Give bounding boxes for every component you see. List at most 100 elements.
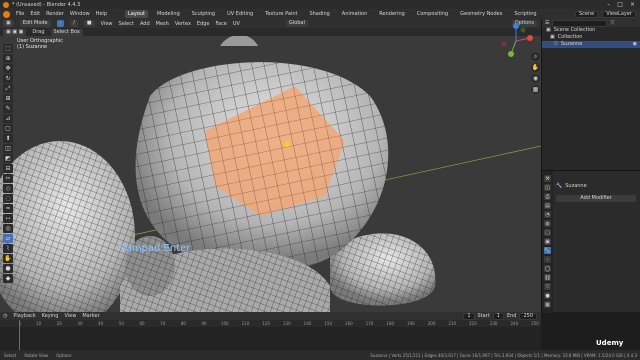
- mesh-view[interactable]: [0, 36, 541, 312]
- object-properties-icon[interactable]: ▣: [544, 238, 551, 245]
- tab-scripting[interactable]: Scripting: [511, 10, 539, 18]
- menu-select[interactable]: Select: [119, 21, 134, 27]
- playhead[interactable]: [19, 320, 20, 350]
- data-properties-icon[interactable]: ▽: [544, 283, 551, 290]
- menu-edge[interactable]: Edge: [197, 21, 210, 27]
- pan-hand-icon[interactable]: ✋: [531, 63, 540, 72]
- inset-tool-icon[interactable]: ◫: [3, 144, 13, 153]
- view-layer-selector[interactable]: ViewLayer: [602, 10, 636, 18]
- menu-playback[interactable]: Playback: [13, 313, 35, 319]
- menu-render[interactable]: Render: [46, 11, 64, 17]
- rip-tool-icon[interactable]: ⌇: [3, 244, 13, 253]
- outliner-search[interactable]: [552, 19, 608, 27]
- outliner-row-suzanne[interactable]: ▽ Suzanne ◉: [542, 41, 640, 48]
- tab-compositing[interactable]: Compositing: [414, 10, 451, 18]
- outliner-row-scene-collection[interactable]: ▣ Scene Collection: [542, 27, 640, 34]
- transform-tool-icon[interactable]: ⊞: [3, 94, 13, 103]
- tool-properties-icon[interactable]: ⚒: [544, 175, 551, 182]
- particles-properties-icon[interactable]: ⁘: [544, 256, 551, 263]
- add-modifier-button[interactable]: Add Modifier: [556, 195, 636, 202]
- outliner-row-collection[interactable]: ▣ Collection: [542, 34, 640, 41]
- scene-properties-icon[interactable]: ◔: [544, 211, 551, 218]
- grab-tool-icon[interactable]: ✋: [3, 254, 13, 263]
- edge-select-icon[interactable]: /: [70, 20, 78, 27]
- menu-edit[interactable]: Edit: [30, 11, 40, 17]
- to-sphere-tool-icon[interactable]: ●: [3, 264, 13, 273]
- smooth-tool-icon[interactable]: ≈: [3, 204, 13, 213]
- push-pull-tool-icon[interactable]: ◆: [3, 274, 13, 283]
- menu-marker[interactable]: Marker: [82, 313, 99, 319]
- 3d-viewport[interactable]: [0, 36, 541, 312]
- constraints-properties-icon[interactable]: ⛓: [544, 274, 551, 281]
- extrude-tool-icon[interactable]: ⬆: [3, 134, 13, 143]
- menu-uv[interactable]: UV: [233, 21, 240, 27]
- tab-texture-paint[interactable]: Texture Paint: [262, 10, 300, 18]
- minimize-button[interactable]: –: [607, 1, 610, 8]
- grid-icon[interactable]: ▦: [531, 85, 540, 94]
- collection-properties-icon[interactable]: ▢: [544, 229, 551, 236]
- tab-rendering[interactable]: Rendering: [376, 10, 408, 18]
- spin-tool-icon[interactable]: ◌: [3, 194, 13, 203]
- frame-ruler[interactable]: 1 10 20 30 40 50 60 70 80 90 100 110 120 130 140 150 160…: [0, 320, 541, 327]
- start-frame-field[interactable]: 1: [492, 312, 504, 320]
- rotate-tool-icon[interactable]: ↻: [3, 74, 13, 83]
- tab-animation[interactable]: Animation: [339, 10, 371, 18]
- loop-cut-tool-icon[interactable]: ⊟: [3, 164, 13, 173]
- axis-gizmo[interactable]: [497, 22, 535, 60]
- timeline-editor-icon[interactable]: ◷: [3, 313, 7, 319]
- menu-add[interactable]: Add: [140, 21, 150, 27]
- edge-slide-tool-icon[interactable]: ⇿: [3, 214, 13, 223]
- tab-layout[interactable]: Layout: [125, 10, 148, 18]
- vertex-select-icon[interactable]: ·: [56, 20, 65, 27]
- menu-view[interactable]: View: [101, 21, 113, 27]
- maximize-button[interactable]: □: [617, 1, 623, 8]
- visibility-eye-icon[interactable]: ◉: [633, 41, 640, 48]
- tab-shading[interactable]: Shading: [306, 10, 332, 18]
- tab-geometry-nodes[interactable]: Geometry Nodes: [457, 10, 505, 18]
- drag-selector[interactable]: Select Box: [50, 28, 83, 36]
- tab-sculpting[interactable]: Sculpting: [189, 10, 218, 18]
- select-tool-icon[interactable]: ⬚: [3, 44, 13, 53]
- tab-uv-editing[interactable]: UV Editing: [224, 10, 256, 18]
- poly-build-tool-icon[interactable]: ◇: [3, 184, 13, 193]
- add-cube-tool-icon[interactable]: ▢: [3, 124, 13, 133]
- face-select-icon[interactable]: ■: [83, 20, 95, 27]
- mode-selector[interactable]: Edit Mode: [19, 20, 51, 27]
- editor-type-icon[interactable]: ▣: [3, 20, 14, 27]
- end-frame-field[interactable]: 250: [519, 312, 537, 320]
- scale-tool-icon[interactable]: ⤢: [3, 84, 13, 93]
- menu-keying[interactable]: Keying: [42, 313, 59, 319]
- tab-modeling[interactable]: Modeling: [154, 10, 183, 18]
- camera-icon[interactable]: ◉: [531, 74, 540, 83]
- measure-tool-icon[interactable]: ⊿: [3, 114, 13, 123]
- view-layer-properties-icon[interactable]: ▤: [544, 202, 551, 209]
- world-properties-icon[interactable]: ◍: [544, 220, 551, 227]
- texture-properties-icon[interactable]: ▦: [544, 301, 551, 308]
- orientation-selector[interactable]: Global: [285, 20, 308, 27]
- menu-face[interactable]: Face: [216, 21, 227, 27]
- zoom-icon[interactable]: ⌕: [531, 52, 540, 61]
- bevel-tool-icon[interactable]: ◩: [3, 154, 13, 163]
- filter-icon[interactable]: ▽: [610, 20, 614, 26]
- scene-selector[interactable]: Scene: [574, 10, 599, 18]
- shrink-fatten-tool-icon[interactable]: ◎: [3, 224, 13, 233]
- current-frame-field[interactable]: 1: [463, 312, 475, 320]
- cursor-tool-icon[interactable]: ⊕: [3, 54, 13, 63]
- knife-tool-icon[interactable]: ✂: [3, 174, 13, 183]
- physics-properties-icon[interactable]: ◯: [544, 265, 551, 272]
- output-properties-icon[interactable]: ⎙: [544, 193, 551, 200]
- menu-help[interactable]: Help: [96, 11, 107, 17]
- menu-window[interactable]: Window: [70, 11, 90, 17]
- menu-vertex[interactable]: Vertex: [175, 21, 191, 27]
- menu-file[interactable]: File: [16, 11, 24, 17]
- timeline-area[interactable]: 1 10 20 30 40 50 60 70 80 90 100 110 120 130 140 150 160…: [0, 320, 541, 350]
- shear-tool-icon[interactable]: ▱: [3, 234, 13, 243]
- menu-timeline-view[interactable]: View: [64, 313, 76, 319]
- outliner-editor-icon[interactable]: ☰: [545, 20, 549, 26]
- blender-menu-icon[interactable]: [3, 10, 10, 18]
- select-mode-buttons[interactable]: ▣ ▣ ▣: [3, 28, 27, 36]
- annotate-tool-icon[interactable]: ✎: [3, 104, 13, 113]
- close-button[interactable]: ×: [630, 1, 635, 8]
- menu-mesh[interactable]: Mesh: [156, 21, 169, 27]
- material-properties-icon[interactable]: ●: [544, 292, 551, 299]
